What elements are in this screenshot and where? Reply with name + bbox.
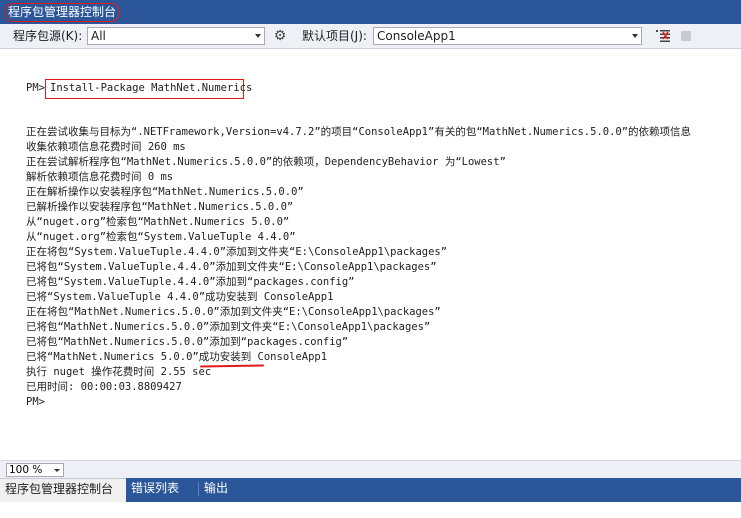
package-source-dropdown[interactable]: All	[87, 27, 265, 45]
console-line: 已将包“System.ValueTuple.4.4.0”添加到文件夹“E:\Co…	[26, 261, 437, 273]
stop-icon[interactable]	[681, 31, 691, 41]
console-line: 已用时间: 00:00:03.8809427	[26, 381, 182, 393]
default-project-label: 默认项目(J):	[302, 29, 367, 43]
tab-label: 程序包管理器控制台	[5, 482, 114, 496]
gear-icon[interactable]: ⚙	[272, 28, 288, 44]
tool-window-tabs: 程序包管理器控制台 错误列表 ... 输出	[0, 478, 741, 515]
tab-package-manager-console[interactable]: 程序包管理器控制台	[0, 478, 126, 502]
console-line: PM>	[26, 396, 45, 408]
package-source-label: 程序包源(K):	[13, 29, 83, 43]
console-line: 正在将包“System.ValueTuple.4.4.0”添加到文件夹“E:\C…	[26, 246, 448, 258]
tool-window-titlebar: 程序包管理器控制台	[0, 0, 741, 24]
console-line: 执行 nuget 操作花费时间 2.55 sec	[26, 366, 212, 378]
console-line: 已将包“System.ValueTuple.4.4.0”添加到“packages…	[26, 276, 355, 288]
package-source-value: All	[91, 29, 106, 43]
console-line: 已将包“MathNet.Numerics.5.0.0”添加到文件夹“E:\Con…	[26, 321, 431, 333]
console-line: 从“nuget.org”检索包“System.ValueTuple 4.4.0”	[26, 231, 296, 243]
chevron-down-icon	[632, 34, 638, 38]
console-command: Install-Package MathNet.Numerics	[50, 82, 253, 94]
console-prompt: PM>	[26, 82, 45, 94]
console-line: 正在解析操作以安装程序包“MathNet.Numerics.5.0.0”	[26, 186, 304, 198]
console-line: 已将包“MathNet.Numerics.5.0.0”添加到“packages.…	[26, 336, 349, 348]
default-project-dropdown[interactable]: ConsoleApp1	[373, 27, 642, 45]
console-line: 正在尝试收集与目标为“.NETFramework,Version=v4.7.2”…	[26, 126, 692, 138]
chevron-down-icon	[255, 34, 261, 38]
tab-output[interactable]: 输出	[199, 478, 235, 502]
console-line: 正在将包“MathNet.Numerics.5.0.0”添加到文件夹“E:\Co…	[26, 306, 441, 318]
tab-error-list[interactable]: 错误列表 ...	[126, 478, 196, 515]
statusbar: 100 %	[0, 460, 741, 479]
window-title: 程序包管理器控制台	[4, 3, 121, 22]
chevron-down-icon	[54, 469, 60, 472]
console-line: 已将“System.ValueTuple 4.4.0”成功安装到 Console…	[26, 291, 334, 303]
console-output[interactable]: PM> Install-Package MathNet.Numerics 正在尝…	[0, 49, 741, 460]
zoom-value: 100 %	[9, 464, 43, 476]
tab-label: 输出	[204, 481, 229, 495]
console-line: 已解析操作以安装程序包“MathNet.Numerics.5.0.0”	[26, 201, 294, 213]
console-line: 正在尝试解析程序包“MathNet.Numerics.5.0.0”的依赖项，De…	[26, 156, 506, 168]
zoom-dropdown[interactable]: 100 %	[6, 463, 64, 477]
console-line: 解析依赖项信息花费时间 0 ms	[26, 171, 174, 183]
console-line: 收集依赖项信息花费时间 260 ms	[26, 141, 186, 153]
console-line: 从“nuget.org”检索包“MathNet.Numerics 5.0.0”	[26, 216, 290, 228]
default-project-value: ConsoleApp1	[377, 29, 456, 43]
toolbar: 程序包源(K): All 默认项目(J): ConsoleApp1	[0, 24, 741, 49]
tab-label: 错误列表 ...	[131, 481, 180, 515]
clear-console-icon[interactable]	[656, 30, 670, 42]
console-line: 已将“MathNet.Numerics 5.0.0”成功安装到 ConsoleA…	[26, 351, 328, 363]
